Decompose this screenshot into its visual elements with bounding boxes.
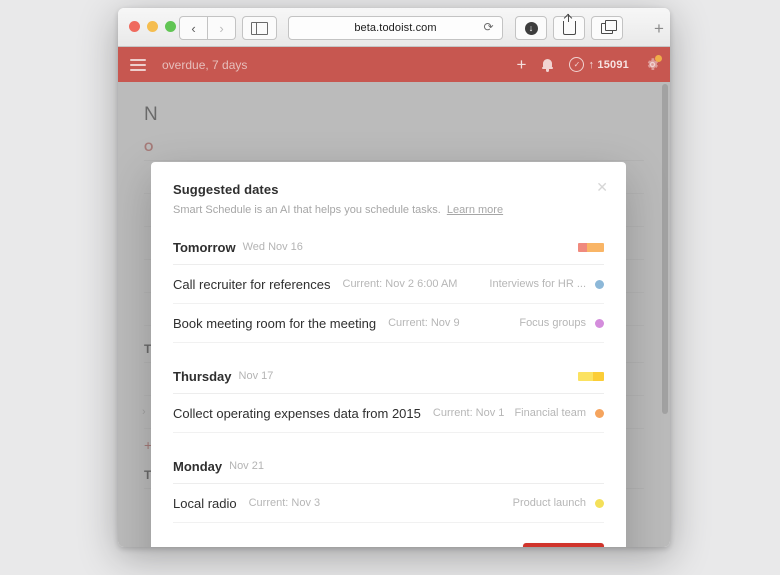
suggested-task-row[interactable]: Collect operating expenses data from 201… (173, 394, 604, 433)
learn-more-link[interactable]: Learn more (447, 204, 503, 216)
share-button[interactable] (553, 14, 585, 40)
task-name: Call recruiter for references (173, 276, 331, 292)
workload-bar (578, 371, 604, 381)
dialog-title: Suggested dates (173, 182, 279, 197)
task-current-date: Current: Nov 3 (248, 497, 321, 509)
new-tab-button[interactable]: + (654, 20, 664, 37)
browser-toolbar: ‹ › beta.todoist.com ⟳ ↓ + (118, 8, 670, 47)
karma-points: ↑ 15091 (588, 58, 629, 71)
day-name: Thursday (173, 368, 232, 384)
download-icon: ↓ (524, 21, 538, 35)
task-project: Focus groups (519, 317, 586, 329)
sidebar-icon (251, 21, 268, 35)
day-group-header: Monday Nov 21 (173, 449, 604, 484)
sidebar-toggle-button[interactable] (242, 16, 277, 40)
task-current-date: Current: Nov 9 (388, 317, 460, 329)
maximize-window-button[interactable] (165, 21, 176, 32)
settings-button[interactable] (645, 55, 662, 72)
reload-icon[interactable]: ⟳ (482, 21, 495, 34)
dialog-body: Tomorrow Wed Nov 16 Call recruiter for r… (151, 230, 626, 523)
toolbar-right-buttons: ↓ (515, 14, 623, 40)
breadcrumb: overdue, 7 days (162, 57, 248, 72)
suggested-dates-dialog: Suggested dates Smart Schedule is an AI … (151, 162, 626, 547)
notifications-icon[interactable] (542, 58, 554, 72)
dialog-footer: Cancel Update (151, 523, 626, 547)
navigation-buttons: ‹ › (179, 16, 236, 40)
tabs-icon (601, 20, 617, 34)
screenshot-root: ‹ › beta.todoist.com ⟳ ↓ + overdue, 7 da… (0, 0, 780, 575)
task-name: Local radio (173, 495, 237, 511)
project-color-dot (595, 279, 604, 289)
settings-notification-dot (655, 55, 662, 62)
downloads-button[interactable]: ↓ (515, 16, 547, 40)
day-date: Nov 17 (238, 370, 274, 382)
task-project: Financial team (514, 407, 586, 419)
suggested-task-row[interactable]: Local radio Current: Nov 3 Product launc… (173, 484, 604, 523)
task-current-date: Current: Nov 2 6:00 AM (342, 278, 458, 290)
dialog-subtitle-text: Smart Schedule is an AI that helps you s… (173, 204, 441, 216)
task-current-date: Current: Nov 1 (432, 407, 505, 419)
task-name: Collect operating expenses data from 201… (173, 405, 421, 421)
forward-button[interactable]: › (208, 16, 236, 40)
close-window-button[interactable] (129, 21, 140, 32)
suggested-task-row[interactable]: Book meeting room for the meeting Curren… (173, 304, 604, 343)
close-icon[interactable]: ✕ (596, 180, 608, 194)
menu-icon[interactable] (130, 56, 146, 74)
app-body: N O To › + Add task (118, 82, 670, 547)
cancel-button[interactable]: Cancel (454, 544, 519, 547)
url-text: beta.todoist.com (354, 22, 437, 34)
dialog-subtitle: Smart Schedule is an AI that helps you s… (173, 204, 604, 216)
minimize-window-button[interactable] (147, 21, 158, 32)
address-bar[interactable]: beta.todoist.com ⟳ (288, 16, 503, 40)
day-name: Tomorrow (173, 239, 236, 255)
day-date: Wed Nov 16 (242, 241, 303, 253)
task-project: Interviews for HR ... (489, 278, 586, 290)
day-group-header: Tomorrow Wed Nov 16 (173, 230, 604, 265)
karma-check-icon: ✓ (569, 57, 585, 72)
app-header: overdue, 7 days + ✓ ↑ 15091 (118, 47, 670, 82)
share-icon (562, 14, 576, 35)
dialog-header: Suggested dates Smart Schedule is an AI … (151, 162, 626, 216)
browser-window: ‹ › beta.todoist.com ⟳ ↓ + overdue, 7 da… (118, 8, 670, 547)
update-button[interactable]: Update (523, 543, 604, 547)
suggested-task-row[interactable]: Call recruiter for references Current: N… (173, 265, 604, 304)
back-button[interactable]: ‹ (179, 16, 208, 40)
karma-indicator[interactable]: ✓ ↑ 15091 (569, 57, 629, 72)
day-date: Nov 21 (229, 460, 264, 472)
task-project: Product launch (512, 497, 586, 509)
workload-bar (578, 242, 604, 252)
project-color-dot (595, 318, 604, 328)
task-name: Book meeting room for the meeting (173, 315, 377, 331)
day-group-header: Thursday Nov 17 (173, 359, 604, 394)
show-tabs-button[interactable] (591, 16, 623, 40)
project-color-dot (595, 408, 604, 418)
add-task-icon[interactable]: + (517, 56, 527, 73)
project-color-dot (595, 498, 604, 508)
window-controls (129, 21, 176, 32)
day-name: Monday (173, 458, 223, 474)
app-header-actions: + ✓ ↑ 15091 (517, 47, 662, 82)
